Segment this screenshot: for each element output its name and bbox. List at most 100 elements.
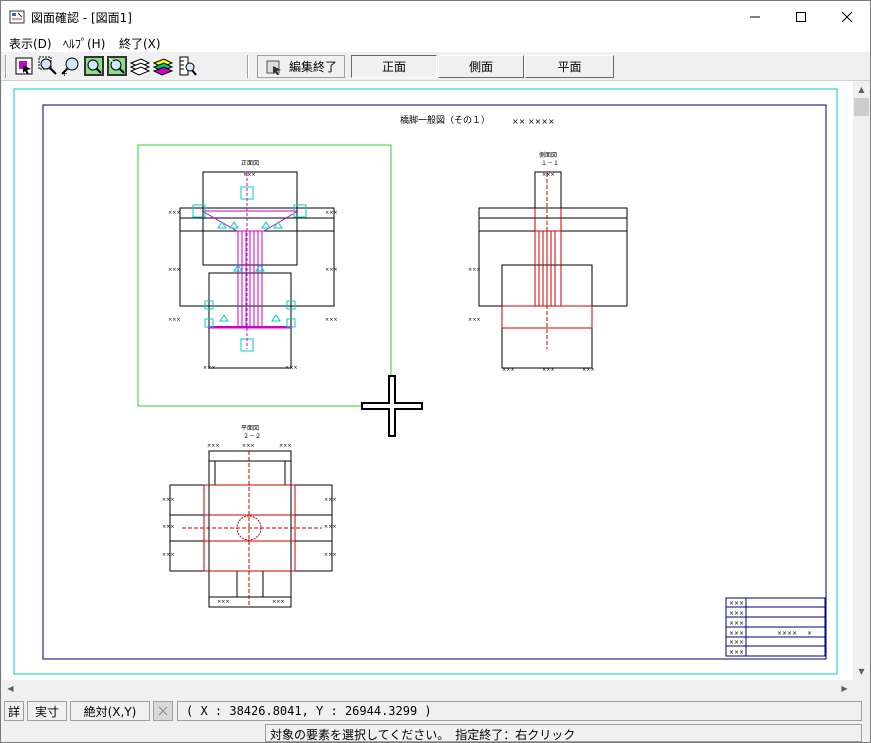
svg-text:×××: ××× (324, 524, 337, 530)
svg-text:×××: ××× (468, 267, 481, 273)
svg-text:×××: ××× (324, 497, 337, 503)
zoom-in-icon[interactable]: + (60, 55, 82, 77)
svg-text:×××: ××× (162, 552, 175, 558)
zoom-fit-icon[interactable] (83, 55, 105, 77)
maximize-icon (796, 11, 806, 22)
svg-text:×××: ××× (217, 599, 230, 605)
svg-text:×××: ××× (203, 365, 216, 371)
svg-text:×××: ××× (162, 497, 175, 503)
svg-text:×: × (807, 630, 812, 637)
horizontal-scroll-track[interactable] (19, 681, 831, 696)
clear-icon (158, 706, 168, 716)
tab-side-view[interactable]: 側面 (438, 55, 524, 78)
scroll-down-icon[interactable]: ▼ (853, 663, 870, 680)
tab-plan-view[interactable]: 平面 (525, 55, 614, 78)
svg-text:×××: ××× (542, 172, 555, 178)
edit-end-button[interactable]: 編集終了 (257, 55, 345, 78)
vertical-scroll-thumb[interactable] (854, 98, 869, 116)
svg-text:×××: ××× (324, 552, 337, 558)
zoom-all-icon[interactable] (106, 55, 128, 77)
tab-side-label: 側面 (468, 60, 493, 74)
tab-front-label: 正面 (381, 60, 406, 74)
svg-text:×××: ××× (168, 317, 181, 323)
toolbar: + 編集終了 正面 側面 平面 (1, 52, 870, 81)
close-button[interactable] (824, 1, 870, 32)
drawing-canvas[interactable]: 橋脚一般図（その１） ×× ×××× 正面図 ××× ××× ××× ××× ×… (2, 81, 853, 680)
menu-view[interactable]: 表示(D) (9, 35, 52, 52)
plan-view-label: 平面図 (241, 425, 259, 432)
svg-text:×××: ××× (582, 367, 595, 373)
svg-text:×××: ××× (243, 172, 256, 178)
measure-icon[interactable] (176, 55, 198, 77)
side-view-sublabel: １－１ (541, 160, 559, 167)
detail-label: 詳 (7, 704, 20, 719)
svg-text:×××: ××× (502, 367, 515, 373)
horizontal-scrollbar[interactable]: ◀ ▶ (2, 680, 853, 697)
select-window-icon[interactable] (13, 55, 35, 77)
menu-exit[interactable]: 終了(X) (119, 35, 161, 52)
menu-help[interactable]: ﾍﾙﾌﾟ(H) (63, 35, 105, 52)
svg-text:×××: ××× (325, 317, 338, 323)
svg-text:+: + (61, 69, 68, 77)
side-view-label: 側面図 (539, 151, 557, 159)
svg-text:×××: ××× (207, 443, 220, 449)
window-title: 図面確認 - [図面1] (31, 11, 132, 25)
svg-text:×××: ××× (272, 599, 285, 605)
scroll-left-icon[interactable]: ◀ (2, 680, 19, 697)
svg-text:×××: ××× (729, 649, 744, 656)
drawing-title: 橋脚一般図（その１） (400, 114, 490, 126)
svg-text:×××: ××× (729, 620, 744, 627)
maximize-button[interactable] (778, 1, 824, 32)
status-message: 対象の要素を選択してください。 指定終了：右クリック (265, 724, 862, 742)
tab-front-view[interactable]: 正面 (351, 55, 437, 78)
svg-text:××××: ×××× (777, 630, 797, 637)
tab-plan-label: 平面 (557, 60, 582, 74)
toolbar-separator (247, 55, 249, 78)
svg-text:×××: ××× (325, 267, 338, 273)
scroll-right-icon[interactable]: ▶ (836, 680, 853, 697)
menu-bar: 表示(D) ﾍﾙﾌﾟ(H) 終了(X) (1, 32, 870, 52)
paper-border (13, 88, 838, 675)
drawing-svg[interactable]: 橋脚一般図（その１） ×× ×××× 正面図 ××× ××× ××× ××× ×… (2, 81, 853, 680)
svg-text:×××: ××× (242, 443, 255, 449)
actual-size-button[interactable]: 実寸 (27, 701, 67, 721)
plan-view-sublabel: ２－２ (243, 433, 261, 440)
svg-text:×××: ××× (729, 639, 744, 646)
svg-text:×××: ××× (168, 267, 181, 273)
svg-text:×××: ××× (285, 365, 298, 371)
svg-text:×××: ××× (162, 524, 175, 530)
absolute-coord-button[interactable]: 絶対(X,Y) (70, 701, 150, 721)
detail-button[interactable]: 詳 (4, 701, 24, 721)
svg-text:×××: ××× (542, 367, 555, 373)
app-window: 図面確認 - [図面1] 表示(D) ﾍﾙﾌﾟ(H) 終了(X) + 編集終了 … (0, 0, 871, 743)
layers-outline-icon[interactable] (129, 55, 151, 77)
layers-color-icon[interactable] (152, 55, 174, 77)
clear-coord-button[interactable] (153, 701, 173, 721)
absolute-coord-label: 絶対(X,Y) (83, 704, 137, 719)
svg-text:×××: ××× (729, 610, 744, 617)
minimize-icon (750, 16, 760, 17)
drawing-title-suffix: ×× ×××× (512, 117, 555, 126)
coordinate-readout: ( X : 38426.8041, Y : 26944.3299 ) (177, 701, 862, 721)
svg-text:×××: ××× (468, 317, 481, 323)
scroll-corner (853, 680, 870, 697)
svg-text:×××: ××× (279, 443, 292, 449)
scroll-up-icon[interactable]: ▲ (853, 81, 870, 98)
coordinate-bar: 詳 実寸 絶対(X,Y) ( X : 38426.8041, Y : 26944… (1, 699, 870, 723)
status-bar: 対象の要素を選択してください。 指定終了：右クリック (1, 724, 870, 742)
minimize-button[interactable] (732, 1, 778, 32)
svg-text:×××: ××× (729, 600, 744, 607)
drawing-app-icon (9, 10, 25, 24)
actual-size-label: 実寸 (34, 704, 59, 719)
zoom-window-icon[interactable] (37, 55, 59, 77)
svg-text:×××: ××× (729, 630, 744, 637)
svg-text:×××: ××× (325, 210, 338, 216)
front-view-label: 正面図 (241, 160, 259, 167)
toolbar-grip (5, 55, 7, 78)
svg-text:×××: ××× (168, 210, 181, 216)
title-bar[interactable]: 図面確認 - [図面1] (1, 1, 870, 32)
vertical-scrollbar[interactable]: ▲ ▼ (853, 81, 870, 680)
close-icon (842, 11, 852, 22)
edit-end-label: 編集終了 (288, 60, 337, 74)
edit-end-icon (266, 60, 281, 75)
